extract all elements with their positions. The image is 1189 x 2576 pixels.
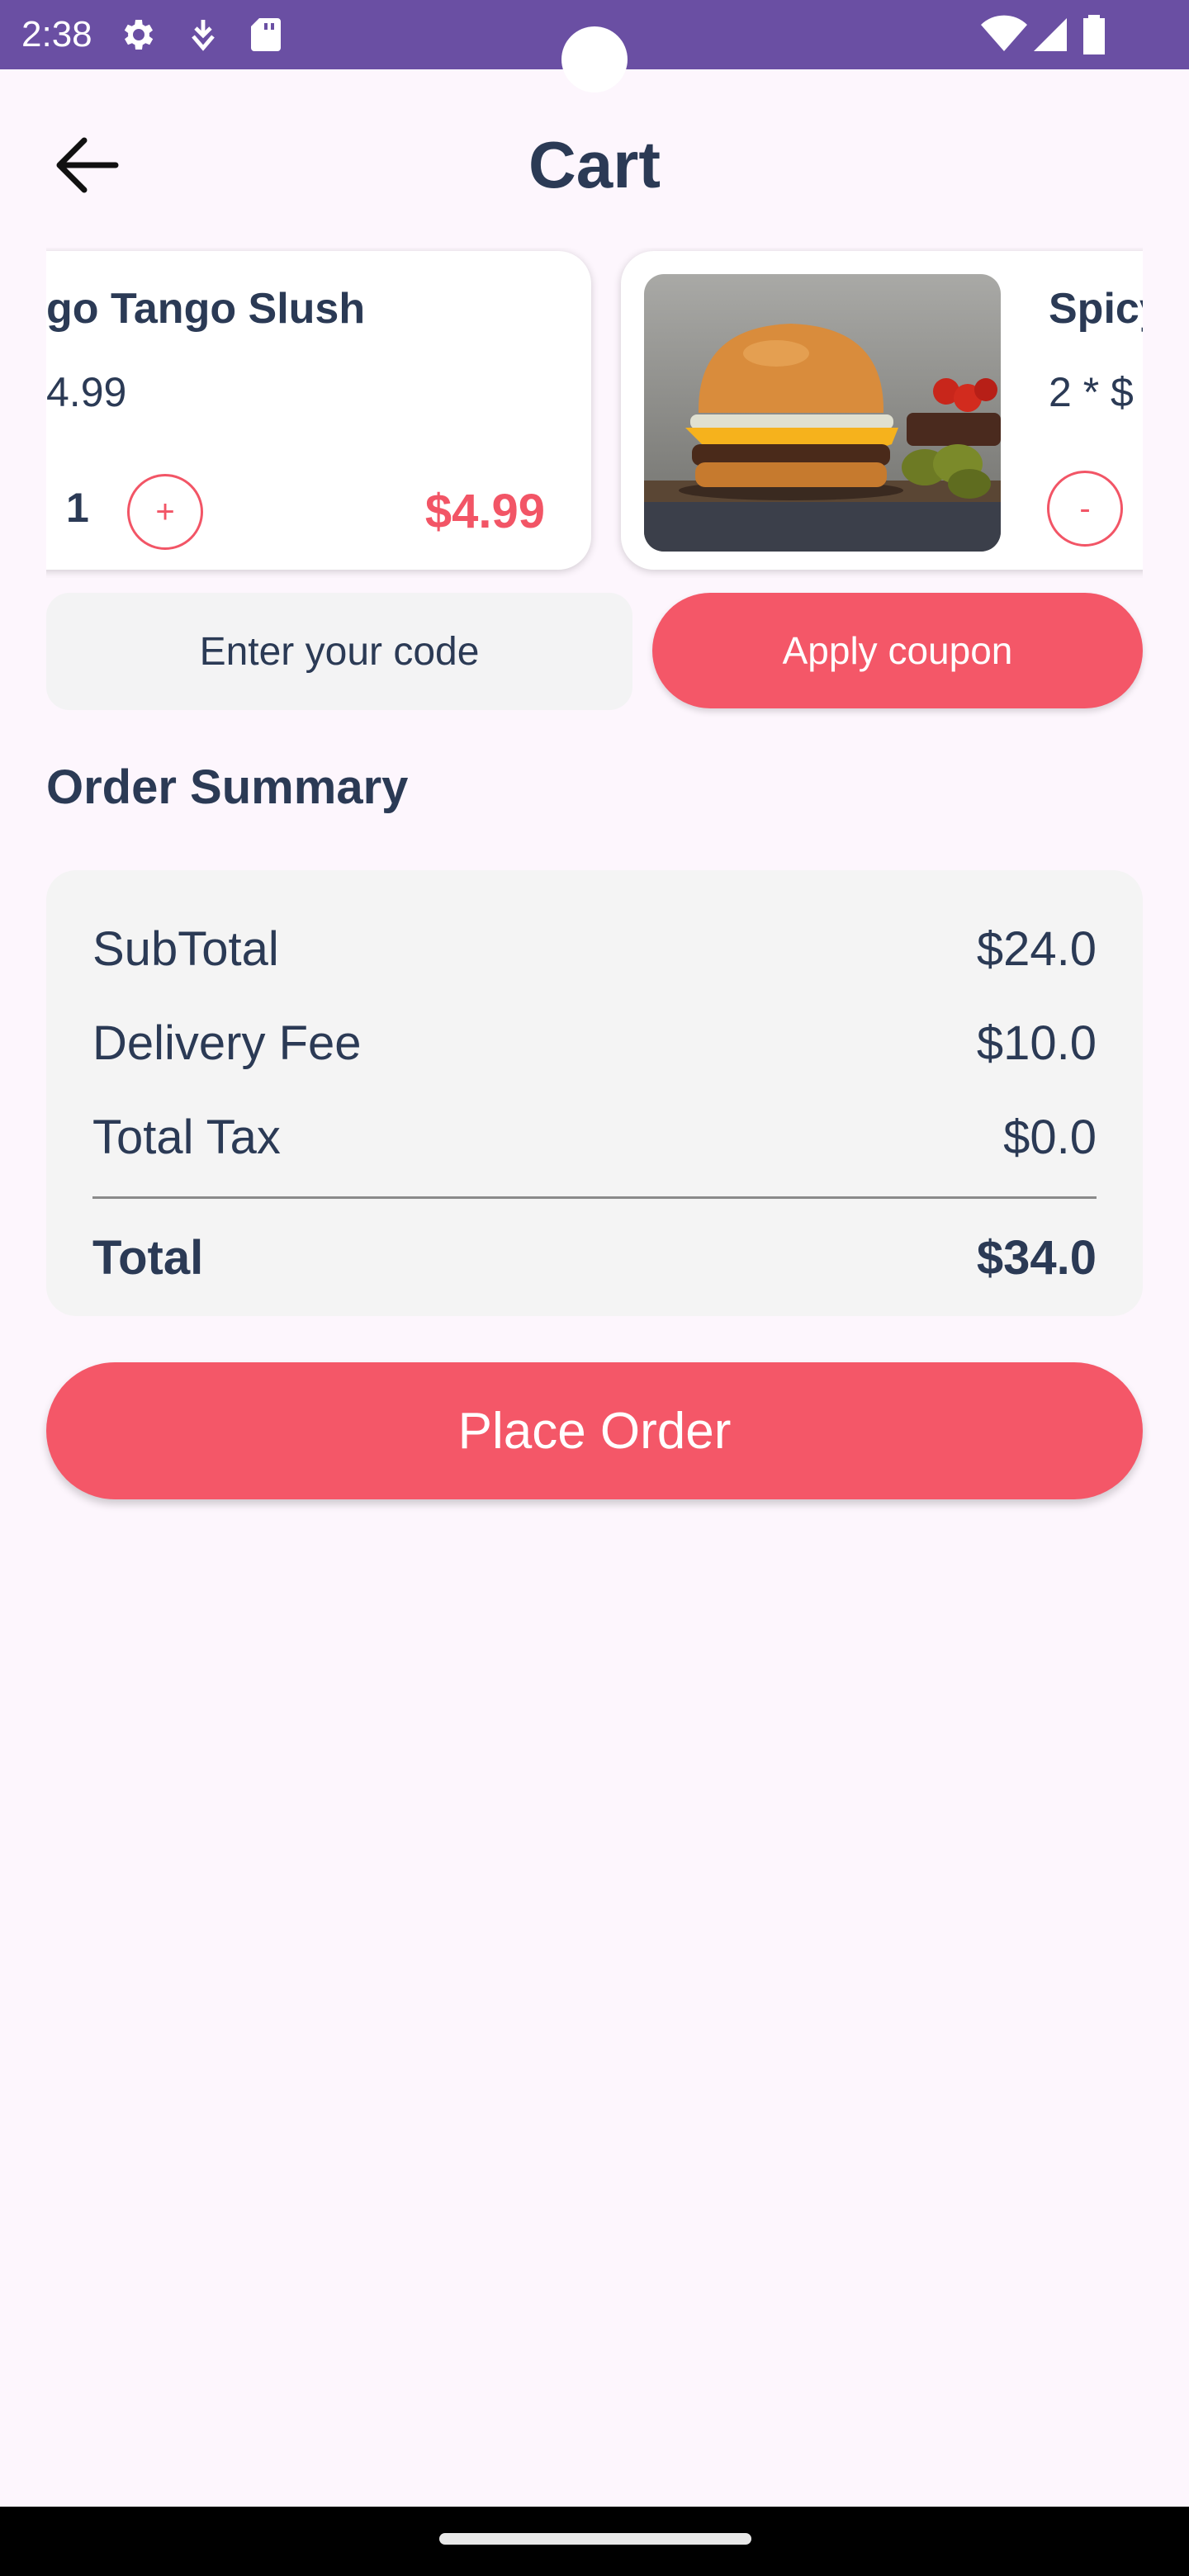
order-summary-heading: Order Summary	[46, 760, 409, 814]
status-time: 2:38	[21, 14, 92, 54]
cart-item-card[interactable]: Spicy 2 * $ -	[621, 251, 1143, 570]
order-summary-card: SubTotal $24.0 Delivery Fee $10.0 Total …	[46, 870, 1143, 1316]
item-quantity: 1	[66, 485, 89, 531]
subtotal-label: SubTotal	[92, 922, 279, 976]
battery-icon	[1083, 15, 1105, 54]
delivery-fee-value: $10.0	[976, 1016, 1097, 1070]
delivery-fee-label: Delivery Fee	[92, 1016, 362, 1070]
total-tax-label: Total Tax	[92, 1110, 281, 1164]
cart-items-carousel[interactable]: go Tango Slush 4.99 1 + $4.99 Spic 2 * $…	[46, 248, 1143, 578]
coupon-code-input[interactable]	[46, 593, 632, 710]
camera-cutout	[561, 26, 628, 92]
place-order-button[interactable]: Place Order	[46, 1362, 1143, 1499]
total-value: $34.0	[976, 1231, 1097, 1285]
total-tax-row: Total Tax $0.0	[92, 1110, 1097, 1165]
item-price: 2 * $	[1049, 369, 1134, 415]
item-price: 4.99	[46, 369, 127, 415]
home-gesture-handle[interactable]	[439, 2533, 751, 2545]
total-row: Total $34.0	[92, 1230, 1097, 1286]
summary-divider	[92, 1196, 1097, 1199]
burger-photo	[644, 274, 1001, 552]
subtotal-value: $24.0	[976, 922, 1097, 976]
burger-image	[644, 274, 1001, 552]
sd-card-icon	[251, 18, 281, 51]
gear-icon	[124, 20, 154, 50]
apply-coupon-button[interactable]: Apply coupon	[652, 593, 1143, 708]
delivery-fee-row: Delivery Fee $10.0	[92, 1016, 1097, 1071]
item-total: $4.99	[424, 485, 545, 538]
cart-item-card[interactable]: go Tango Slush 4.99 1 + $4.99	[46, 251, 591, 570]
total-tax-value: $0.0	[1003, 1110, 1097, 1164]
increment-button[interactable]: +	[127, 474, 203, 550]
item-name: go Tango Slush	[46, 285, 366, 333]
subtotal-row: SubTotal $24.0	[92, 921, 1097, 977]
decrement-button[interactable]: -	[1047, 471, 1123, 547]
download-icon	[192, 20, 215, 51]
page-title: Cart	[528, 128, 661, 201]
signal-icon	[1034, 18, 1067, 51]
item-name: Spicy	[1049, 285, 1143, 333]
wifi-icon	[981, 15, 1027, 52]
total-label: Total	[92, 1231, 204, 1285]
